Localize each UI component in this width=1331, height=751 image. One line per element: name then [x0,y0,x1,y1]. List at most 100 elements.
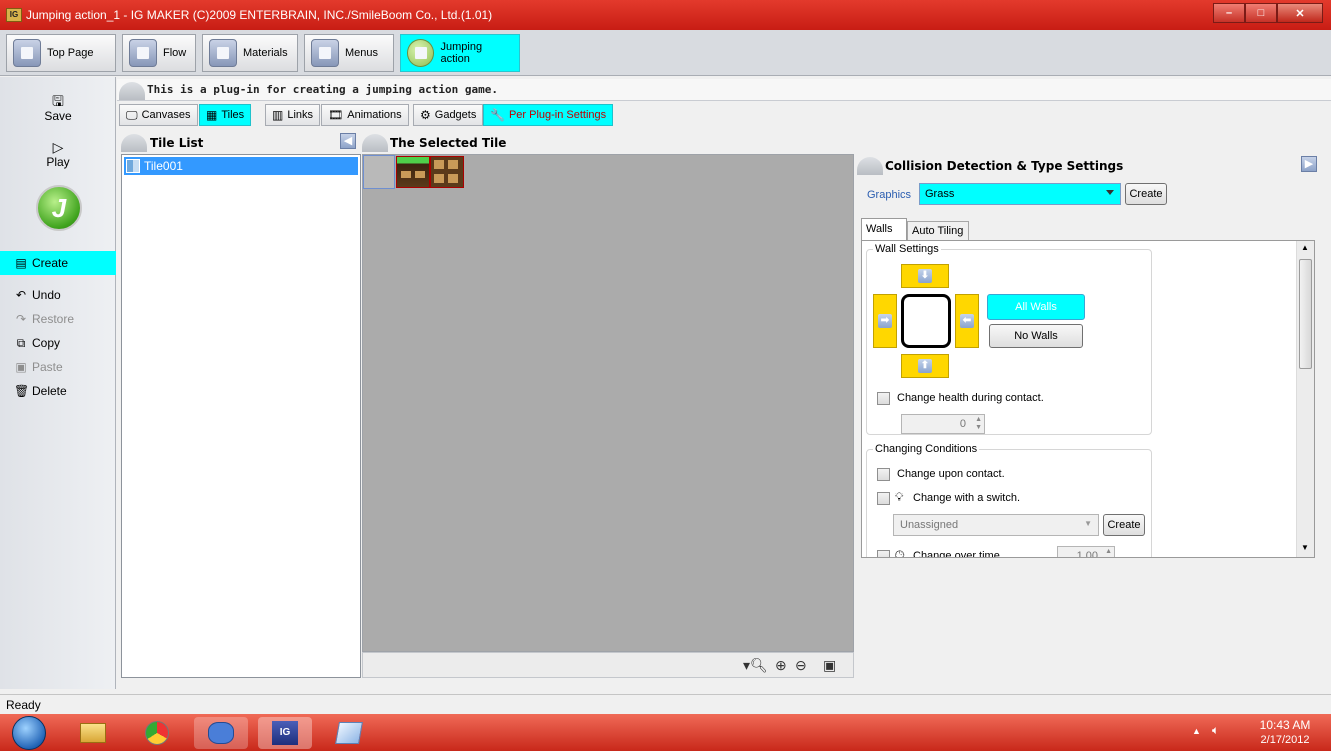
scroll-thumb[interactable] [1299,259,1312,369]
undo-icon: ↶ [15,288,27,302]
collapse-left-icon[interactable]: ◀ [340,133,356,149]
top-nav: Top Page Flow Materials Menus Jumping ac… [0,30,1331,76]
film-icon: 🎞 [328,108,344,122]
save-label: Save [44,109,72,123]
list-item[interactable]: Tile001 [124,157,358,175]
tab-animations[interactable]: 🎞 Animations [321,104,409,126]
copy-icon: ⧉ [16,335,26,350]
top-wall-button[interactable]: ⬇ [901,264,949,288]
vertical-scrollbar[interactable]: ▲ ▼ [1296,241,1314,557]
time-stepper[interactable]: 1.00 ▲▼ [1057,546,1115,558]
tab-canvases[interactable]: 🖵 Canvases [119,104,198,126]
nav-label: Menus [345,47,379,59]
play-button[interactable]: ▷ Play [0,139,116,169]
subtab-walls[interactable]: Walls [861,218,907,240]
paste-label: Paste [32,360,63,374]
tray-expand-icon[interactable]: ▲ [1192,726,1201,736]
scroll-up-icon[interactable]: ▲ [1301,243,1309,252]
right-wall-button[interactable]: ⬅ [955,294,979,348]
tiles-icon: ▦ [206,108,218,122]
zoom-out-icon[interactable]: ⊖ [795,657,807,674]
change-time-checkbox[interactable] [877,550,890,557]
tab-gadgets[interactable]: ⚙ Gadgets [413,104,484,126]
taskbar-notes-icon[interactable] [322,717,376,749]
nav-label: Jumping action [440,41,483,65]
change-health-label: Change health during contact. [897,392,1044,404]
gear-icon: ⚙ [420,108,431,122]
scroll-down-icon[interactable]: ▼ [1301,543,1309,552]
tab-links[interactable]: ▥ Links [265,104,321,126]
paste-button[interactable]: ▣ Paste [0,355,116,379]
switch-select[interactable]: Unassigned ▼ [893,514,1099,536]
nav-top-page[interactable]: Top Page [6,34,116,72]
save-button[interactable]: 🖫 Save [0,93,116,123]
close-button[interactable]: ✕ [1277,3,1323,23]
nav-materials[interactable]: Materials [202,34,298,72]
bottom-wall-button[interactable]: ⬆ [901,354,949,378]
plugin-description-bar: This is a plug-in for creating a jumping… [117,79,1331,101]
brick [401,171,411,178]
selected-tile-header: The Selected Tile [390,136,507,150]
taskbar-date[interactable]: 2/17/2012 [1252,734,1318,746]
graphics-create-button[interactable]: Create [1125,183,1167,205]
save-icon: 🖫 [52,93,64,109]
minimize-button[interactable]: – [1213,3,1245,23]
stepper-arrows-icon[interactable]: ▲▼ [1105,548,1112,557]
change-contact-checkbox[interactable] [877,468,890,481]
nav-label: Materials [243,47,288,59]
tab-label: Links [287,109,314,121]
tile-grass-image[interactable] [396,156,430,188]
maximize-button[interactable]: □ [1245,3,1277,23]
undo-button[interactable]: ↶ Undo [0,283,116,307]
collapse-right-icon[interactable]: ▶ [1301,156,1317,172]
nav-menus[interactable]: Menus [304,34,394,72]
taskbar-chrome-icon[interactable] [130,717,184,749]
arrow-up-icon: ⬆ [918,359,932,373]
graphics-label: Graphics [867,189,912,201]
tile-list: Tile001 [121,154,361,678]
graphics-select[interactable]: Grass [919,183,1121,205]
change-switch-checkbox[interactable] [877,492,890,505]
tile-dirt-image[interactable] [430,156,464,188]
chevron-down-icon: ▼ [1084,519,1092,528]
left-wall-button[interactable]: ➡ [873,294,897,348]
changing-conditions-title: Changing Conditions [873,443,980,455]
start-button[interactable] [12,716,46,750]
no-walls-button[interactable]: No Walls [989,324,1083,348]
tab-per-plugin-settings[interactable]: 🔧 Per Plug-in Settings [483,104,614,126]
taskbar-app-icon[interactable] [194,717,248,749]
restore-icon: ↷ [15,312,27,326]
time-value: 1.00 [1076,550,1098,558]
nav-jumping-action[interactable]: Jumping action [400,34,520,72]
play-icon: ▷ [52,139,64,155]
restore-button[interactable]: ↷ Restore [0,307,116,331]
create-button[interactable]: ▤ Create [0,251,116,275]
materials-icon [209,39,237,67]
tile-cell-empty[interactable] [363,155,395,189]
tile-canvas[interactable] [362,154,854,652]
nav-label: Top Page [47,47,94,59]
change-health-checkbox[interactable] [877,392,890,405]
nav-label: Flow [163,47,187,59]
zoom-in-icon[interactable]: ⊕ [775,657,787,674]
health-stepper[interactable]: 0 ▲ ▼ [901,414,985,434]
nav-flow[interactable]: Flow [122,34,196,72]
all-walls-button[interactable]: All Walls [987,294,1085,320]
menus-icon [311,39,339,67]
switch-create-button[interactable]: Create [1103,514,1145,536]
taskbar-igmaker-icon[interactable]: IG [258,717,312,749]
tab-tiles[interactable]: ▦ Tiles [199,104,252,126]
stepper-arrows-icon[interactable]: ▲▼ [975,416,982,432]
taskbar-time[interactable]: 10:43 AM [1252,718,1318,732]
grid-toggle-icon[interactable]: ▣ [823,657,836,674]
copy-button[interactable]: ⧉ Copy [0,331,116,355]
subtab-auto-tiling[interactable]: Auto Tiling [907,221,969,240]
tab-bar: 🖵 Canvases ▦ Tiles ▥ Links 🎞 Animations … [117,104,1331,128]
delete-button[interactable]: 🗑 Delete [0,379,116,403]
tab-label: Gadgets [434,109,477,121]
zoom-dropdown-icon[interactable]: ▾🔍︎ [743,657,768,674]
volume-icon[interactable]: 🔈︎ [1212,723,1219,738]
undo-label: Undo [32,288,61,302]
taskbar-explorer-icon[interactable] [66,717,120,749]
collision-header: Collision Detection & Type Settings [885,159,1124,173]
